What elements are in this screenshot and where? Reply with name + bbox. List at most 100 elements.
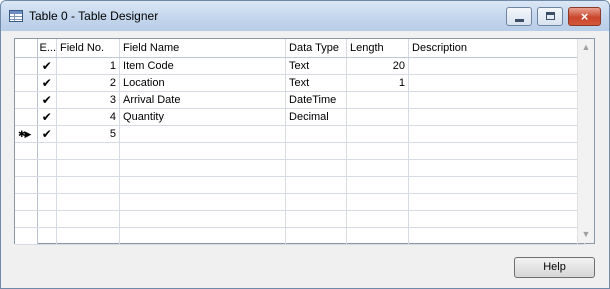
vertical-scrollbar[interactable]: ▲ ▼ [577,39,594,243]
column-header-enabled[interactable]: E... [37,39,58,58]
empty-cell[interactable] [56,159,121,177]
empty-cell[interactable] [285,210,348,228]
table-row[interactable]: ✔ 3 Arrival Date DateTime [15,91,586,109]
title-bar[interactable]: Table 0 - Table Designer × [1,1,609,31]
empty-cell[interactable] [346,176,410,194]
empty-cell[interactable] [346,142,410,160]
length-cell[interactable] [346,91,410,109]
field-name-cell[interactable]: Quantity [119,108,287,126]
data-type-cell[interactable] [285,125,348,143]
empty-cell[interactable] [346,227,410,245]
table-row-empty[interactable] [15,159,586,177]
enabled-checkmark-icon[interactable]: ✔ [37,74,58,92]
empty-cell[interactable] [37,159,58,177]
empty-cell[interactable] [37,176,58,194]
column-header-field-name[interactable]: Field Name [119,39,287,58]
empty-cell[interactable] [408,227,579,245]
data-type-cell[interactable]: Text [285,74,348,92]
row-selector[interactable] [15,193,38,211]
enabled-checkmark-icon[interactable]: ✔ [37,125,58,143]
scroll-down-arrow-icon[interactable]: ▼ [578,226,594,243]
length-cell[interactable]: 1 [346,74,410,92]
table-row-empty[interactable] [15,227,586,245]
field-no-cell[interactable]: 3 [56,91,121,109]
enabled-checkmark-icon[interactable]: ✔ [37,57,58,75]
empty-cell[interactable] [346,193,410,211]
length-cell[interactable]: 20 [346,57,410,75]
empty-cell[interactable] [119,142,287,160]
field-no-cell[interactable]: 2 [56,74,121,92]
table-row[interactable]: ✔ 1 Item Code Text 20 [15,57,586,75]
column-header-description[interactable]: Description [408,39,579,58]
field-no-cell[interactable]: 4 [56,108,121,126]
maximize-button[interactable] [537,7,563,26]
field-no-cell[interactable]: 5 [56,125,121,143]
table-row-empty[interactable] [15,193,586,211]
table-row-empty[interactable] [15,176,586,194]
row-selector[interactable] [15,57,38,75]
empty-cell[interactable] [285,142,348,160]
empty-cell[interactable] [408,176,579,194]
table-row-new[interactable]: ✱▶ ✔ 5 [15,125,586,143]
empty-cell[interactable] [56,142,121,160]
empty-cell[interactable] [37,193,58,211]
table-row-empty[interactable] [15,142,586,160]
close-button[interactable]: × [568,7,601,26]
empty-cell[interactable] [56,210,121,228]
row-selector[interactable] [15,159,38,177]
empty-cell[interactable] [346,210,410,228]
empty-cell[interactable] [408,210,579,228]
row-selector[interactable] [15,74,38,92]
row-selector[interactable] [15,227,38,245]
empty-cell[interactable] [56,193,121,211]
length-cell[interactable] [346,125,410,143]
table-row[interactable]: ✔ 4 Quantity Decimal [15,108,586,126]
enabled-checkmark-icon[interactable]: ✔ [37,108,58,126]
field-name-cell[interactable]: Arrival Date [119,91,287,109]
empty-cell[interactable] [37,227,58,245]
empty-cell[interactable] [285,176,348,194]
column-header-length[interactable]: Length [346,39,410,58]
description-cell[interactable] [408,125,579,143]
empty-cell[interactable] [285,227,348,245]
row-selector[interactable] [15,142,38,160]
empty-cell[interactable] [56,176,121,194]
row-selector[interactable]: ✱▶ [15,125,38,143]
empty-cell[interactable] [119,227,287,245]
empty-cell[interactable] [119,193,287,211]
field-name-cell[interactable]: Location [119,74,287,92]
row-selector[interactable] [15,108,38,126]
row-selector[interactable] [15,91,38,109]
empty-cell[interactable] [285,193,348,211]
empty-cell[interactable] [408,193,579,211]
empty-cell[interactable] [37,142,58,160]
field-name-cell[interactable]: Item Code [119,57,287,75]
description-cell[interactable] [408,108,579,126]
help-button[interactable]: Help [514,257,595,278]
description-cell[interactable] [408,57,579,75]
field-no-cell[interactable]: 1 [56,57,121,75]
empty-cell[interactable] [119,210,287,228]
scroll-up-arrow-icon[interactable]: ▲ [578,39,594,56]
empty-cell[interactable] [408,159,579,177]
enabled-checkmark-icon[interactable]: ✔ [37,91,58,109]
empty-cell[interactable] [37,210,58,228]
column-header-field-no[interactable]: Field No. [56,39,121,58]
empty-cell[interactable] [119,159,287,177]
data-type-cell[interactable]: Text [285,57,348,75]
field-grid[interactable]: E... Field No. Field Name Data Type Leng… [14,38,595,245]
empty-cell[interactable] [119,176,287,194]
column-header-data-type[interactable]: Data Type [285,39,348,58]
empty-cell[interactable] [285,159,348,177]
table-row[interactable]: ✔ 2 Location Text 1 [15,74,586,92]
description-cell[interactable] [408,74,579,92]
data-type-cell[interactable]: Decimal [285,108,348,126]
data-type-cell[interactable]: DateTime [285,91,348,109]
minimize-button[interactable] [506,7,532,26]
empty-cell[interactable] [346,159,410,177]
empty-cell[interactable] [56,227,121,245]
field-name-cell[interactable] [119,125,287,143]
description-cell[interactable] [408,91,579,109]
row-selector[interactable] [15,210,38,228]
table-row-empty[interactable] [15,210,586,228]
